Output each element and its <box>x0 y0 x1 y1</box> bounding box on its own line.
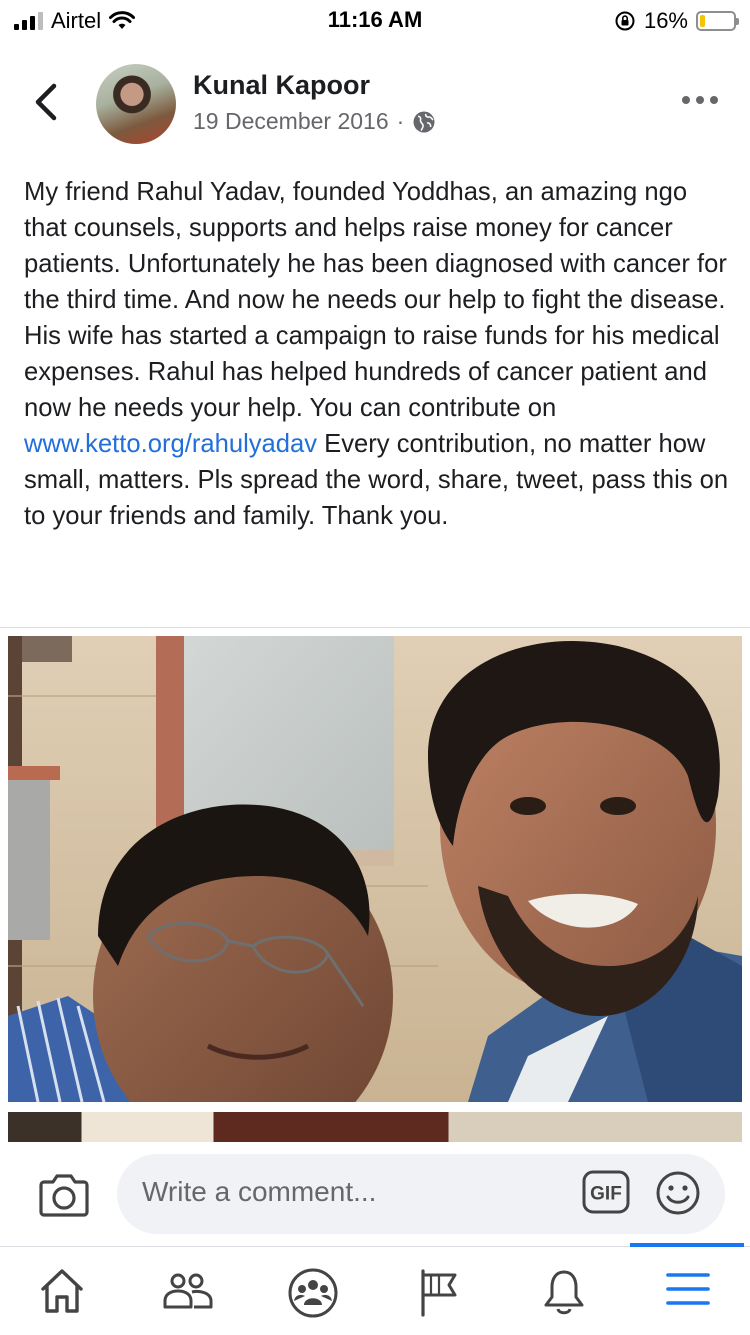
globe-icon <box>413 111 435 132</box>
post-body: My friend Rahul Yadav, founded Yoddhas, … <box>24 174 732 534</box>
tab-pages[interactable] <box>379 1247 499 1335</box>
friends-icon <box>163 1273 213 1309</box>
battery-icon <box>696 11 739 31</box>
post-link[interactable]: www.ketto.org/rahulyadav <box>24 430 317 458</box>
bottom-tab-bar <box>0 1243 750 1335</box>
tab-friends[interactable] <box>128 1247 248 1335</box>
status-bar: Airtel 11:16 AM 16% <box>0 0 750 40</box>
post-photo[interactable] <box>8 636 742 1102</box>
camera-icon[interactable] <box>38 1170 90 1218</box>
post-meta: 19 December 2016 · <box>193 108 436 135</box>
comment-bar: Write a comment... GIF <box>0 1142 750 1246</box>
meta-separator: · <box>396 108 405 134</box>
photo-illustration <box>8 636 742 1102</box>
comment-placeholder[interactable]: Write a comment... <box>142 1176 376 1208</box>
emoji-icon[interactable] <box>655 1170 701 1216</box>
post-header: Kunal Kapoor 19 December 2016 · <box>0 58 750 154</box>
pages-flag-icon <box>421 1269 457 1317</box>
orientation-lock-icon <box>615 11 635 31</box>
author-name[interactable]: Kunal Kapoor <box>193 70 370 101</box>
active-tab-indicator <box>630 1243 744 1247</box>
tab-groups[interactable] <box>253 1247 373 1335</box>
tab-menu[interactable] <box>628 1243 748 1335</box>
notifications-bell-icon <box>544 1270 584 1315</box>
battery-level-fill <box>700 15 706 27</box>
divider <box>0 627 750 628</box>
post-date[interactable]: 19 December 2016 <box>193 108 389 135</box>
post-photo-secondary[interactable] <box>8 1112 742 1142</box>
tab-home[interactable] <box>2 1247 122 1335</box>
home-icon <box>41 1269 83 1313</box>
gif-button[interactable]: GIF <box>582 1170 630 1214</box>
tab-notifications[interactable] <box>504 1247 624 1335</box>
author-avatar[interactable] <box>96 64 176 144</box>
back-button[interactable] <box>28 80 68 124</box>
more-options-icon[interactable] <box>682 96 718 108</box>
groups-icon <box>288 1268 338 1318</box>
menu-icon <box>666 1273 710 1305</box>
status-right: 16% <box>614 8 739 34</box>
battery-percent: 16% <box>643 8 688 33</box>
gif-label: GIF <box>590 1184 622 1205</box>
post-text-part-1: My friend Rahul Yadav, founded Yoddhas, … <box>24 178 727 422</box>
